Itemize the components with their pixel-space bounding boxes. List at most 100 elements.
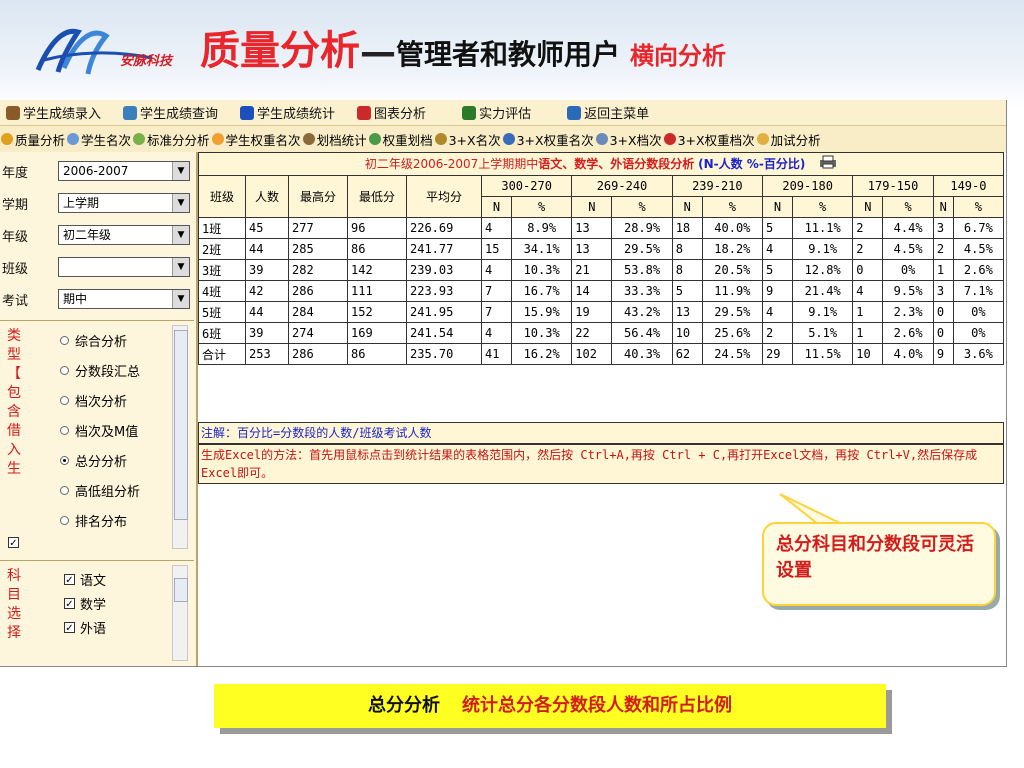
toolbar-item-2[interactable]: 标准分分析 [132, 130, 211, 149]
cell-percent: 12.8% [791, 259, 854, 281]
toolbar-item-label: 3+X权重名次 [516, 132, 594, 148]
caption-description: 统计总分各分数段人数和所占比例 [462, 695, 732, 716]
exam-select[interactable]: 期中 ▼ [58, 289, 190, 309]
cell-count: 4 [481, 259, 512, 281]
radio-button[interactable] [60, 425, 69, 435]
cell-count: 1 [852, 301, 884, 323]
menu-item-5[interactable]: 返回主菜单 [561, 100, 655, 125]
filter-term: 学期 上学期 ▼ [0, 188, 196, 218]
term-select[interactable]: 上学期 ▼ [58, 193, 190, 213]
subject-checkbox[interactable]: ✓ [64, 573, 75, 586]
radio-button[interactable] [60, 515, 69, 525]
subject-list-scrollbar[interactable] [172, 565, 188, 661]
radio-button[interactable] [60, 395, 69, 405]
chevron-down-icon[interactable]: ▼ [172, 290, 189, 308]
grade-select[interactable]: 初二年级 ▼ [58, 225, 190, 245]
year-select[interactable]: 2006-2007 ▼ [58, 161, 190, 181]
chevron-down-icon[interactable]: ▼ [172, 258, 189, 276]
cell-count: 1 [932, 259, 954, 281]
cell-max: 284 [288, 301, 348, 323]
scrollbar-thumb[interactable] [174, 330, 188, 520]
table-title-unit: (N-人数 %-百分比) [698, 157, 806, 171]
toolbar-item-1[interactable]: 学生名次 [66, 130, 132, 149]
subject-option-2[interactable]: ✓ 外语 [64, 615, 106, 639]
menu-item-2[interactable]: 学生成绩统计 [234, 100, 341, 125]
toolbar-item-9[interactable]: 3+X权重档次 [663, 130, 756, 149]
cell-count: 10 [671, 322, 703, 344]
toolbar-item-label: 学生权重名次 [225, 132, 301, 148]
class-select[interactable]: ▼ [58, 257, 190, 277]
toolbar-item-label: 标准分分析 [147, 132, 210, 148]
cell-percent: 7.1% [952, 280, 1005, 302]
query-icon [123, 105, 138, 120]
menu-item-4[interactable]: 实力评估 [456, 100, 537, 125]
cell-count: 22 [571, 322, 613, 344]
extra-exam-icon [756, 133, 769, 145]
menu-item-label: 学生成绩录入 [23, 107, 102, 122]
analysis-type-radio-0[interactable]: 综合分析 [60, 329, 127, 351]
subject-checkbox[interactable]: ✓ [64, 597, 75, 610]
weight-band-icon [368, 133, 381, 145]
cell-percent: 2.6% [952, 259, 1005, 281]
scrollbar-thumb[interactable] [174, 578, 188, 602]
cell-count: 44 [245, 301, 289, 323]
toolbar-item-label: 划档统计 [316, 132, 367, 148]
radio-button[interactable] [60, 335, 69, 345]
analysis-type-radio-4[interactable]: 总分分析 [60, 449, 127, 471]
toolbar-item-10[interactable]: 加试分析 [756, 130, 822, 149]
toolbar-item-6[interactable]: 3+X名次 [434, 130, 502, 149]
cell-count: 13 [571, 217, 613, 239]
analysis-type-radio-2[interactable]: 档次分析 [60, 389, 127, 411]
chevron-down-icon[interactable]: ▼ [172, 194, 189, 212]
type-list-scrollbar[interactable] [172, 325, 188, 549]
cell-count: 44 [245, 238, 289, 260]
toolbar-item-label: 加试分析 [770, 132, 821, 148]
table-title: 初二年级2006-2007上学期期中语文、数学、外语分数段分析 (N-人数 %-… [198, 152, 1004, 176]
radio-button[interactable] [60, 485, 69, 495]
analysis-type-radio-1[interactable]: 分数段汇总 [60, 359, 140, 381]
cell-min: 152 [347, 301, 407, 323]
toolbar-item-4[interactable]: 划档统计 [302, 130, 368, 149]
chevron-down-icon[interactable]: ▼ [172, 226, 189, 244]
cell-cls: 1班 [198, 217, 246, 239]
cell-count: 5 [762, 217, 793, 239]
subject-checkbox[interactable]: ✓ [64, 621, 75, 634]
menu-item-3[interactable]: 图表分析 [351, 100, 432, 125]
standard-icon [133, 133, 146, 145]
analysis-type-radio-3[interactable]: 档次及M值 [60, 419, 138, 441]
subject-option-0[interactable]: ✓ 语文 [64, 567, 106, 591]
slide-caption: 总分分析 统计总分各分数段人数和所占比例 [214, 684, 886, 728]
print-icon[interactable] [819, 154, 837, 176]
menu-item-0[interactable]: 学生成绩录入 [0, 100, 107, 125]
cell-percent: 9.5% [882, 280, 934, 302]
cell-count: 2 [852, 238, 884, 260]
band-subheader: % [791, 196, 854, 218]
toolbar-item-7[interactable]: 3+X权重名次 [502, 130, 595, 149]
chevron-down-icon[interactable]: ▼ [172, 162, 189, 180]
menu-item-label: 学生成绩统计 [257, 107, 336, 122]
cell-percent: 15.9% [510, 301, 573, 323]
cell-count: 102 [571, 343, 613, 365]
include-transfer-checkbox[interactable]: ✓ [8, 537, 19, 549]
radio-button[interactable] [60, 455, 69, 465]
cell-avg: 241.54 [406, 322, 482, 344]
cell-min: 86 [347, 238, 407, 260]
cell-count: 8 [671, 238, 703, 260]
cell-cls: 6班 [198, 322, 246, 344]
subject-option-1[interactable]: ✓ 数学 [64, 591, 106, 615]
toolbar-item-8[interactable]: 3+X档次 [595, 130, 663, 149]
band-header: 269-240 [571, 175, 673, 197]
radio-button[interactable] [60, 365, 69, 375]
toolbar-item-5[interactable]: 权重划档 [368, 130, 434, 149]
cell-max: 286 [288, 280, 348, 302]
analysis-type-radio-5[interactable]: 高低组分析 [60, 479, 140, 501]
band-subheader: N [762, 196, 793, 218]
analysis-type-radio-6[interactable]: 排名分布 [60, 509, 127, 531]
toolbar-item-0[interactable]: 质量分析 [0, 130, 66, 149]
type-label-char: 型 [7, 347, 21, 363]
menu-item-1[interactable]: 学生成绩查询 [117, 100, 224, 125]
callout-note: 总分科目和分数段可灵活设置 [762, 522, 996, 606]
toolbar-item-3[interactable]: 学生权重名次 [211, 130, 302, 149]
cell-count: 45 [245, 217, 289, 239]
radio-label: 综合分析 [75, 334, 128, 350]
